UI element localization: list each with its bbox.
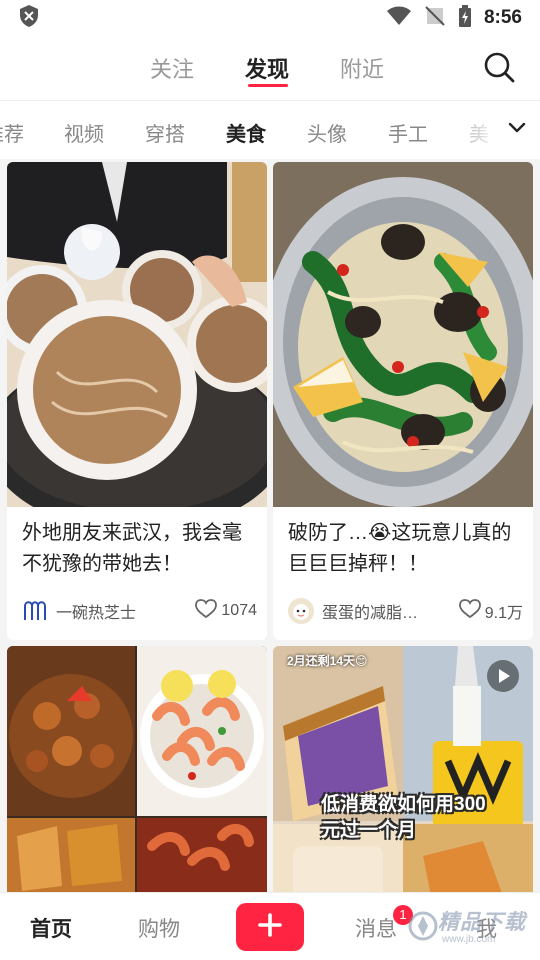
note-title: 外地朋友来武汉，我会毫不犹豫的带她去！ bbox=[22, 522, 242, 575]
author-name[interactable]: 蛋蛋的减脂… bbox=[322, 599, 459, 623]
watermark-url: www.jb.com bbox=[442, 934, 496, 945]
note-image bbox=[7, 162, 267, 507]
post-button[interactable] bbox=[236, 903, 304, 951]
no-signal-icon bbox=[424, 5, 446, 31]
active-tab-indicator bbox=[248, 84, 288, 87]
like-count: 9.1万 bbox=[484, 605, 523, 622]
watermark-logo-icon bbox=[408, 911, 438, 941]
note-card[interactable] bbox=[7, 646, 267, 892]
battery-icon bbox=[458, 4, 472, 32]
watermark: 精品下载 www.jb.com bbox=[408, 902, 536, 952]
tab-discover[interactable]: 发现 bbox=[245, 52, 289, 84]
note-card[interactable]: 2月还剩14天😊 低消费欲如何用300元过一个月 bbox=[273, 646, 533, 892]
heart-icon bbox=[458, 598, 481, 624]
category-outfit[interactable]: 穿搭 bbox=[145, 118, 185, 147]
author-name[interactable]: 一碗热芝士 bbox=[56, 599, 195, 623]
nav-shop[interactable]: 购物 bbox=[138, 913, 180, 943]
chevron-down-icon bbox=[507, 121, 527, 140]
tab-nearby[interactable]: 附近 bbox=[340, 52, 384, 84]
nav-messages[interactable]: 消息 bbox=[355, 913, 397, 943]
category-craft[interactable]: 手工 bbox=[388, 118, 428, 147]
like-count: 1074 bbox=[221, 602, 257, 619]
note-title: 破防了…😭这玩意儿真的巨巨巨掉秤！！ bbox=[288, 522, 512, 575]
status-time: 8:56 bbox=[483, 7, 522, 28]
note-image bbox=[273, 162, 533, 507]
like-button[interactable]: 9.1万 bbox=[458, 598, 523, 624]
tab-follow[interactable]: 关注 bbox=[150, 52, 194, 84]
overlay-tag: 2月还剩14天😊 bbox=[287, 654, 368, 668]
category-bar: 推荐 视频 穿搭 美食 头像 手工 美 bbox=[0, 101, 540, 159]
note-card[interactable]: 外地朋友来武汉，我会毫不犹豫的带她去！ 一碗热芝士 1074 bbox=[7, 162, 267, 640]
heart-icon bbox=[195, 598, 218, 624]
avatar[interactable] bbox=[22, 598, 48, 624]
top-nav: 关注 发现 附近 bbox=[0, 36, 540, 100]
nav-home[interactable]: 首页 bbox=[30, 913, 72, 943]
category-fade bbox=[440, 101, 500, 159]
search-icon[interactable] bbox=[482, 50, 516, 84]
category-video[interactable]: 视频 bbox=[64, 118, 104, 147]
note-card[interactable]: 破防了…😭这玩意儿真的巨巨巨掉秤！！ 蛋蛋的减脂… 9.1万 bbox=[273, 162, 533, 640]
note-meta: 蛋蛋的减脂… 9.1万 bbox=[288, 596, 523, 626]
category-food[interactable]: 美食 bbox=[226, 118, 266, 147]
category-recommend[interactable]: 推荐 bbox=[0, 118, 24, 147]
overlay-headline: 低消费欲如何用300元过一个月 bbox=[321, 794, 486, 841]
category-expand-button[interactable] bbox=[494, 101, 540, 159]
shield-icon bbox=[18, 4, 40, 33]
note-meta: 一碗热芝士 1074 bbox=[22, 596, 257, 626]
note-image bbox=[7, 646, 267, 892]
watermark-text: 精品下载 bbox=[438, 911, 526, 934]
avatar[interactable] bbox=[288, 598, 314, 624]
like-button[interactable]: 1074 bbox=[195, 598, 257, 624]
play-icon bbox=[487, 660, 519, 692]
wifi-icon bbox=[386, 6, 412, 31]
plus-icon bbox=[256, 911, 284, 944]
status-bar: 8:56 bbox=[0, 0, 540, 36]
category-avatar[interactable]: 头像 bbox=[307, 118, 347, 147]
feed: 外地朋友来武汉，我会毫不犹豫的带她去！ 一碗热芝士 1074 破防了…😭这玩意儿… bbox=[0, 159, 540, 892]
